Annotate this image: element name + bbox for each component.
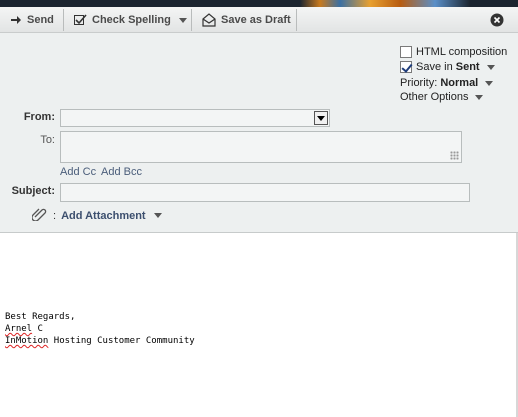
chevron-down-icon[interactable] (178, 17, 187, 23)
add-attachment-label[interactable]: Add Attachment (61, 210, 146, 222)
to-field[interactable] (60, 131, 462, 163)
priority-option[interactable]: Priority: Normal (400, 77, 494, 89)
compose-header: HTML composition Save in Sent Priority: … (0, 33, 518, 233)
save-in-option[interactable]: Save in Sent (400, 61, 495, 73)
from-select[interactable] (60, 109, 330, 127)
save-in-checkbox[interactable] (400, 61, 412, 73)
body-line-name: Arnel C (5, 324, 43, 334)
compose-toolbar: Send Check Spelling Save as Draft (0, 7, 518, 33)
send-label: Send (27, 14, 54, 26)
add-attachment-control[interactable]: : Add Attachment (31, 207, 162, 224)
chevron-down-icon[interactable] (475, 94, 484, 100)
check-spelling-button[interactable]: Check Spelling (74, 7, 187, 33)
chevron-down-icon[interactable] (153, 213, 162, 218)
paperclip-icon (31, 207, 48, 224)
chevron-down-icon (317, 115, 325, 121)
check-spelling-label: Check Spelling (92, 14, 171, 26)
html-composition-label: HTML composition (416, 46, 508, 58)
close-icon (490, 13, 504, 27)
attachment-separator: : (53, 209, 57, 222)
top-banner (0, 0, 518, 7)
html-composition-checkbox[interactable] (400, 46, 412, 58)
other-options-menu[interactable]: Other Options (400, 91, 484, 103)
subject-label: Subject: (11, 185, 55, 197)
body-line-greeting: Best Regards, (5, 312, 76, 322)
body-line-company: InMotion Hosting Customer Community (5, 336, 195, 346)
arrow-right-icon (10, 14, 22, 26)
subject-input[interactable] (60, 183, 470, 202)
html-composition-option[interactable]: HTML composition (400, 46, 507, 58)
other-options-label: Other Options (400, 91, 469, 103)
checkbox-check-icon (74, 14, 87, 26)
save-as-draft-label: Save as Draft (221, 14, 291, 26)
send-button[interactable]: Send (10, 7, 54, 33)
misspelled-word[interactable]: Arnel (5, 324, 32, 334)
message-body[interactable]: Best Regards, Arnel C InMotion Hosting Cus… (5, 311, 195, 347)
misspelled-word[interactable]: InMotion (5, 336, 48, 346)
priority-label: Priority: Normal (400, 77, 479, 89)
save-in-folder[interactable]: Sent (456, 61, 480, 73)
from-label: From: (23, 111, 55, 123)
save-as-draft-button[interactable]: Save as Draft (202, 7, 291, 33)
from-dropdown-button[interactable] (314, 111, 328, 125)
add-cc-link[interactable]: Add Cc (60, 166, 96, 178)
chevron-down-icon[interactable] (485, 80, 494, 86)
priority-value[interactable]: Normal (440, 77, 478, 89)
add-bcc-link[interactable]: Add Bcc (101, 166, 142, 178)
chevron-down-icon[interactable] (486, 64, 495, 70)
close-button[interactable] (490, 13, 504, 27)
resize-grip-icon[interactable] (450, 151, 459, 160)
to-label: To: (40, 134, 55, 146)
envelope-open-icon (202, 13, 216, 27)
save-in-label: Save in Sent (416, 61, 480, 73)
